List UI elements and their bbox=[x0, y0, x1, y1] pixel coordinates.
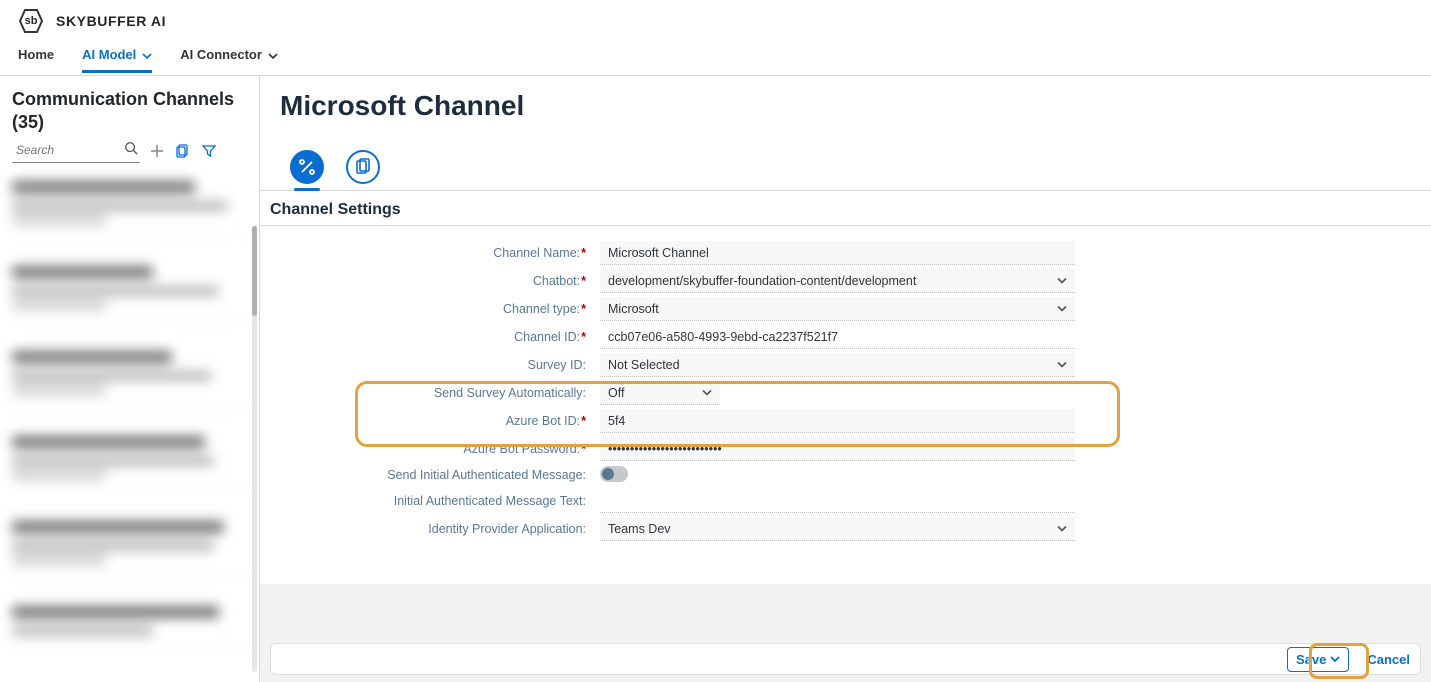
search-icon bbox=[124, 141, 138, 158]
label-channel-type: Channel type: bbox=[290, 298, 590, 320]
azure-bot-id-input[interactable] bbox=[600, 409, 1075, 433]
chevron-down-icon bbox=[268, 49, 278, 59]
survey-id-select[interactable] bbox=[600, 353, 1075, 377]
sidebar-toolbar bbox=[12, 139, 247, 163]
list-item bbox=[12, 606, 247, 651]
sidebar-scrollbar[interactable] bbox=[252, 226, 257, 672]
label-azure-bot-id: Azure Bot ID: bbox=[290, 410, 590, 432]
tab-settings[interactable] bbox=[290, 150, 324, 184]
icon-tabs bbox=[260, 150, 1431, 191]
page-body: Communication Channels (35) bbox=[0, 76, 1431, 682]
nav-home-label: Home bbox=[18, 47, 54, 62]
nav-ai-model-label: AI Model bbox=[82, 47, 136, 62]
label-channel-name: Channel Name: bbox=[290, 242, 590, 264]
idp-app-select[interactable] bbox=[600, 517, 1075, 541]
nav-ai-model[interactable]: AI Model bbox=[82, 47, 152, 73]
chevron-down-icon bbox=[1330, 654, 1340, 664]
list-item bbox=[12, 436, 247, 491]
list-item bbox=[12, 351, 247, 406]
shell-header: sb SKYBUFFER AI bbox=[0, 0, 1431, 36]
main: Microsoft Channel Channel Settings Chann… bbox=[260, 76, 1431, 682]
list-item bbox=[12, 521, 247, 576]
initial-auth-text-input[interactable] bbox=[600, 489, 1075, 513]
label-azure-bot-password: Azure Bot Password: bbox=[290, 438, 590, 460]
save-button-label: Save bbox=[1296, 652, 1326, 667]
app-logo-text: sb bbox=[25, 15, 38, 27]
cancel-button-label: Cancel bbox=[1367, 652, 1410, 667]
nav-ai-connector[interactable]: AI Connector bbox=[180, 47, 278, 73]
list-item bbox=[12, 181, 247, 236]
label-chatbot: Chatbot: bbox=[290, 270, 590, 292]
copy-icon[interactable] bbox=[174, 142, 192, 160]
label-idp-app: Identity Provider Application: bbox=[290, 518, 590, 540]
label-send-survey: Send Survey Automatically: bbox=[290, 382, 590, 404]
send-survey-select[interactable] bbox=[600, 381, 720, 405]
channel-id-input[interactable] bbox=[600, 325, 1075, 349]
nav-ai-connector-label: AI Connector bbox=[180, 47, 262, 62]
add-icon[interactable] bbox=[148, 142, 166, 160]
sidebar-title: Communication Channels (35) bbox=[12, 88, 247, 133]
channel-name-input[interactable] bbox=[600, 241, 1075, 265]
azure-bot-password-input[interactable] bbox=[600, 437, 1075, 461]
send-initial-auth-toggle[interactable] bbox=[600, 466, 628, 482]
settings-form: Channel Name: Chatbot: Channel type: Cha… bbox=[290, 240, 1411, 542]
filter-icon[interactable] bbox=[200, 142, 218, 160]
search-box[interactable] bbox=[12, 139, 140, 163]
section-title: Channel Settings bbox=[260, 191, 1431, 225]
sidebar-list-blurred bbox=[12, 181, 247, 651]
sidebar: Communication Channels (35) bbox=[0, 76, 260, 682]
search-input[interactable] bbox=[14, 142, 124, 158]
label-initial-auth-text: Initial Authenticated Message Text: bbox=[290, 490, 590, 512]
page-footer: Save Cancel bbox=[260, 640, 1431, 682]
chatbot-select[interactable] bbox=[600, 269, 1075, 293]
list-item bbox=[12, 266, 247, 321]
label-send-initial-auth: Send Initial Authenticated Message: bbox=[290, 464, 590, 486]
page-title: Microsoft Channel bbox=[260, 76, 1431, 150]
app-logo: sb bbox=[18, 8, 44, 34]
footer-bar: Save Cancel bbox=[270, 643, 1421, 675]
footer-backdrop bbox=[260, 584, 1431, 640]
app-title: SKYBUFFER AI bbox=[56, 13, 166, 29]
save-button[interactable]: Save bbox=[1287, 647, 1349, 672]
nav-home[interactable]: Home bbox=[18, 47, 54, 73]
label-channel-id: Channel ID: bbox=[290, 326, 590, 348]
label-survey-id: Survey ID: bbox=[290, 354, 590, 376]
chevron-down-icon bbox=[142, 49, 152, 59]
tab-secondary[interactable] bbox=[346, 150, 380, 184]
nav-bar: Home AI Model AI Connector bbox=[0, 36, 1431, 76]
cancel-button[interactable]: Cancel bbox=[1363, 648, 1414, 671]
scrollbar-thumb[interactable] bbox=[252, 226, 257, 316]
channel-type-select[interactable] bbox=[600, 297, 1075, 321]
